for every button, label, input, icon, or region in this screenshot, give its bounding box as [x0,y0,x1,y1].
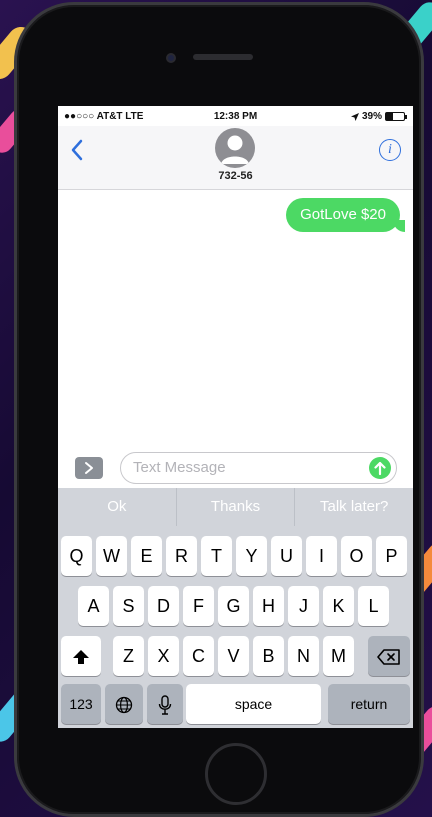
key-a[interactable]: A [78,586,109,626]
contact-avatar-icon[interactable] [215,128,255,168]
key-q[interactable]: Q [61,536,92,576]
message-input-placeholder: Text Message [133,459,226,476]
key-l[interactable]: L [358,586,389,626]
home-button[interactable] [205,743,267,805]
location-arrow-icon [350,112,359,121]
info-icon[interactable]: i [379,139,401,161]
globe-icon[interactable] [105,684,143,724]
key-s[interactable]: S [113,586,144,626]
battery-fill [386,113,394,120]
key-x[interactable]: X [148,636,179,676]
key-o[interactable]: O [341,536,372,576]
battery-percent: 39% [361,111,382,122]
phone-frame: ●●○○○ AT&T LTE 12:38 PM 39% 732-56 i Got… [14,2,424,817]
earpiece-speaker [193,54,253,60]
space-key[interactable]: space [186,684,321,724]
message-bubble-sent[interactable]: GotLove $20 [286,198,405,232]
key-j[interactable]: J [288,586,319,626]
key-f[interactable]: F [183,586,214,626]
quicktype-suggestions: Ok Thanks Talk later? [58,488,413,526]
key-z[interactable]: Z [113,636,144,676]
message-input[interactable]: Text Message [120,452,397,484]
messages-screen: ●●○○○ AT&T LTE 12:38 PM 39% 732-56 i Got… [58,106,413,728]
key-g[interactable]: G [218,586,249,626]
suggestion-ok[interactable]: Ok [58,488,177,526]
send-arrow-icon[interactable] [369,457,391,479]
back-chevron-icon[interactable] [68,138,88,162]
shift-icon[interactable] [61,636,101,676]
key-t[interactable]: T [201,536,232,576]
key-p[interactable]: P [376,536,407,576]
key-b[interactable]: B [253,636,284,676]
key-h[interactable]: H [253,586,284,626]
compose-bar: Text Message [58,450,413,486]
keyboard: Q W E R T Y U I O P A S D F G H J K L Z … [58,526,413,728]
app-drawer-icon[interactable] [75,457,103,479]
status-bar: ●●○○○ AT&T LTE 12:38 PM 39% [58,106,413,126]
key-n[interactable]: N [288,636,319,676]
key-c[interactable]: C [183,636,214,676]
key-y[interactable]: Y [236,536,267,576]
key-m[interactable]: M [323,636,354,676]
key-d[interactable]: D [148,586,179,626]
key-u[interactable]: U [271,536,302,576]
contact-name[interactable]: 732-56 [58,170,413,182]
front-camera [166,53,176,63]
key-e[interactable]: E [131,536,162,576]
microphone-icon[interactable] [147,684,183,724]
suggestion-thanks[interactable]: Thanks [177,488,296,526]
key-v[interactable]: V [218,636,249,676]
return-key[interactable]: return [328,684,410,724]
key-k[interactable]: K [323,586,354,626]
conversation-header: 732-56 i [58,126,413,190]
key-r[interactable]: R [166,536,197,576]
battery-status: 39% [350,111,407,122]
key-i[interactable]: I [306,536,337,576]
suggestion-talk-later[interactable]: Talk later? [295,488,413,526]
numbers-key[interactable]: 123 [61,684,101,724]
backspace-icon[interactable] [368,636,410,676]
key-w[interactable]: W [96,536,127,576]
battery-icon [385,112,407,121]
